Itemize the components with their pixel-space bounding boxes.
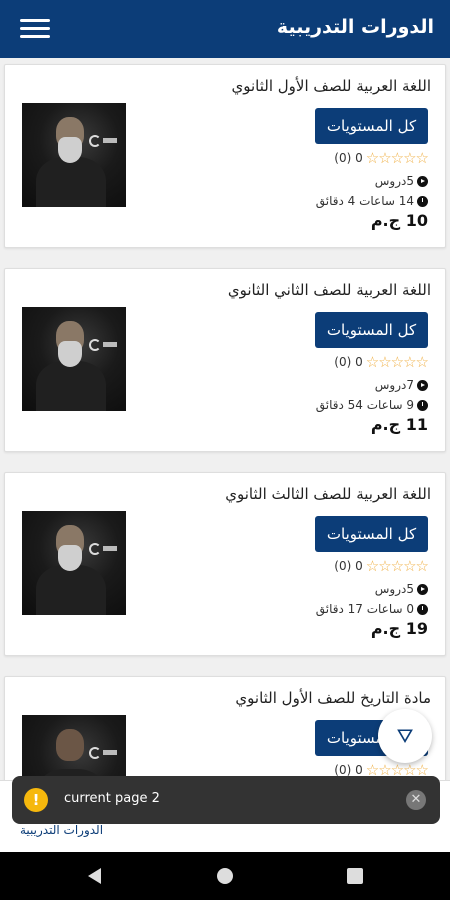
close-icon[interactable]: ✕	[406, 790, 426, 810]
rating-count: 0 (0)	[334, 151, 363, 165]
course-card[interactable]: اللغة العربية للصف الثاني الثانوي كل الم…	[4, 268, 446, 452]
clock-icon	[417, 399, 428, 411]
app-bar: الدورات التدريبية	[0, 0, 450, 58]
play-circle-icon	[417, 175, 428, 187]
system-navigation-bar	[0, 852, 450, 900]
course-price: 10 ج.م	[370, 211, 428, 230]
rating-count: 0 (0)	[334, 763, 363, 777]
rating-count: 0 (0)	[334, 559, 363, 573]
lessons-count: 5دروس	[374, 582, 414, 596]
course-price: 11 ج.م	[370, 415, 428, 434]
back-icon[interactable]	[88, 868, 101, 884]
course-thumbnail[interactable]	[22, 103, 126, 207]
star-rating-icon: ☆☆☆☆☆	[365, 557, 429, 575]
duration-info: 9 ساعات 54 دقائق	[316, 398, 428, 412]
course-list: اللغة العربية للصف الأول الثانوي كل المس…	[0, 58, 450, 780]
filter-button[interactable]: ⛛	[378, 709, 432, 763]
all-levels-button[interactable]: كل المستويات	[315, 516, 428, 552]
home-icon[interactable]	[217, 868, 233, 884]
course-card[interactable]: اللغة العربية للصف الأول الثانوي كل المس…	[4, 64, 446, 248]
snackbar: ! current page 2 ✕	[12, 776, 440, 824]
star-rating-icon: ☆☆☆☆☆	[365, 149, 429, 167]
lessons-info: 5دروس	[375, 582, 428, 596]
course-price: 19 ج.م	[370, 619, 428, 638]
rating-row: ☆☆☆☆☆ 0 (0)	[334, 557, 429, 575]
play-circle-icon	[417, 583, 428, 595]
nav-item-courses[interactable]: الدورات التدريبية	[20, 823, 103, 837]
duration-info: 14 ساعات 4 دقائق	[316, 194, 428, 208]
duration-text: 14 ساعات 4 دقائق	[315, 194, 414, 208]
lessons-info: 5دروس	[375, 174, 428, 188]
course-thumbnail[interactable]	[22, 715, 126, 780]
warning-icon: !	[24, 788, 48, 812]
filter-icon: ⛛	[396, 724, 414, 748]
duration-info: 0 ساعات 17 دقائق	[316, 602, 428, 616]
star-rating-icon: ☆☆☆☆☆	[365, 353, 429, 371]
lessons-info: 7دروس	[375, 378, 428, 392]
course-title[interactable]: اللغة العربية للصف الثالث الثانوي	[225, 485, 431, 503]
duration-text: 0 ساعات 17 دقائق	[315, 602, 414, 616]
course-card[interactable]: اللغة العربية للصف الثالث الثانوي كل الم…	[4, 472, 446, 656]
course-title[interactable]: مادة التاريخ للصف الأول الثانوي	[235, 689, 431, 707]
course-thumbnail[interactable]	[22, 511, 126, 615]
all-levels-button[interactable]: كل المستويات	[315, 312, 428, 348]
rating-row: ☆☆☆☆☆ 0 (0)	[334, 149, 429, 167]
all-levels-button[interactable]: كل المستويات	[315, 108, 428, 144]
duration-text: 9 ساعات 54 دقائق	[315, 398, 414, 412]
lessons-count: 5دروس	[374, 174, 414, 188]
hamburger-menu-icon[interactable]	[20, 17, 50, 41]
recent-apps-icon[interactable]	[347, 868, 363, 884]
course-title[interactable]: اللغة العربية للصف الأول الثانوي	[232, 77, 431, 95]
rating-count: 0 (0)	[334, 355, 363, 369]
snackbar-message: current page 2	[64, 791, 160, 806]
clock-icon	[417, 195, 428, 207]
clock-icon	[417, 603, 428, 615]
lessons-count: 7دروس	[374, 378, 414, 392]
rating-row: ☆☆☆☆☆ 0 (0)	[334, 353, 429, 371]
play-circle-icon	[417, 379, 428, 391]
page-title: الدورات التدريبية	[276, 16, 434, 38]
course-title[interactable]: اللغة العربية للصف الثاني الثانوي	[228, 281, 431, 299]
course-thumbnail[interactable]	[22, 307, 126, 411]
